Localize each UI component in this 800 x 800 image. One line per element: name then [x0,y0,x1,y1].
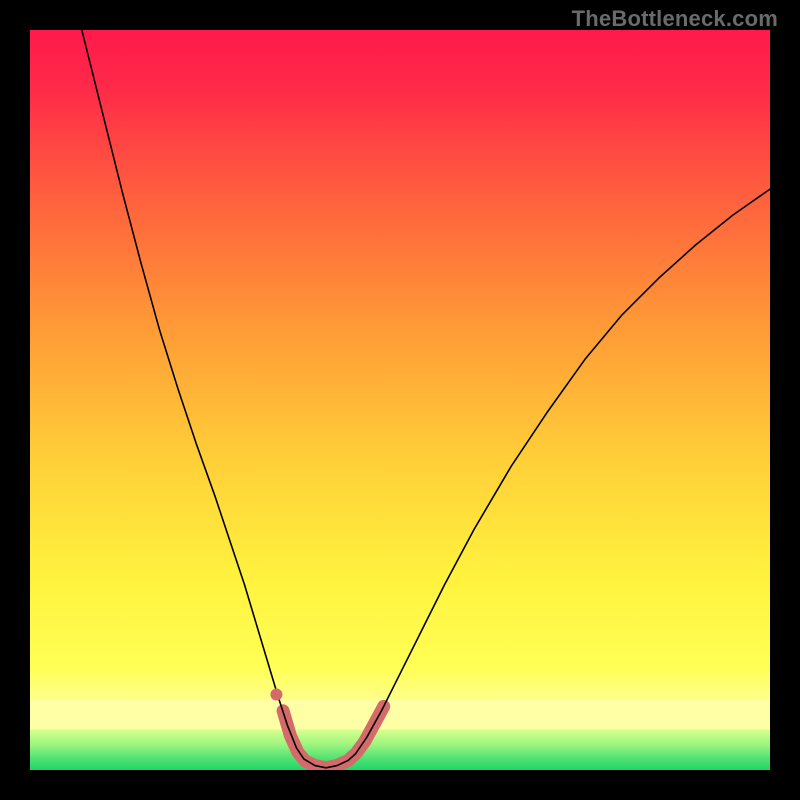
gradient-background [30,30,770,770]
watermark-text: TheBottleneck.com [572,6,778,32]
series-highlight-dot [270,689,282,701]
chart-plot [30,30,770,770]
chart-frame: TheBottleneck.com [0,0,800,800]
